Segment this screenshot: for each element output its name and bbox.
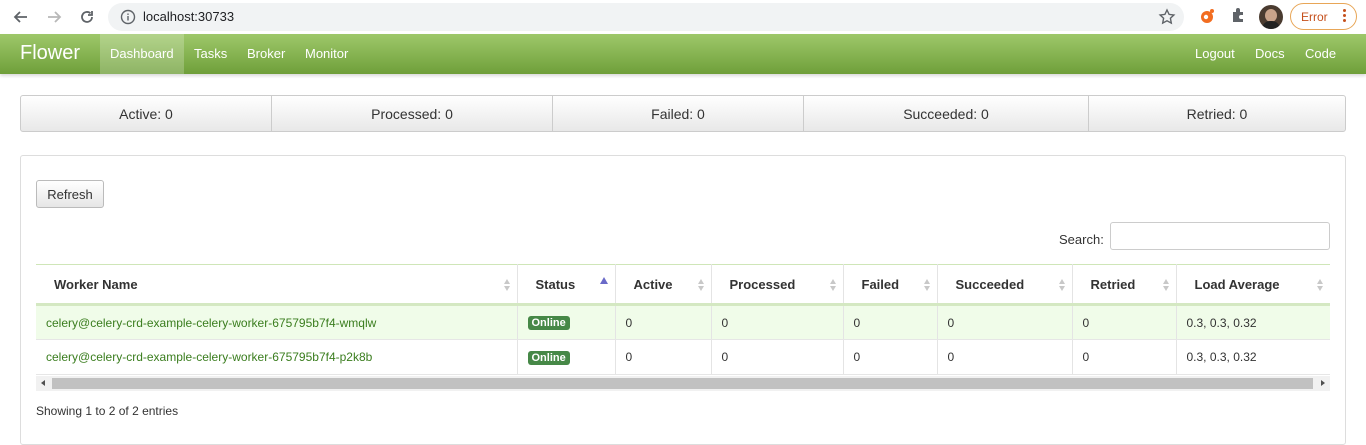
processed-cell: 0 [711,339,844,375]
stat-failed[interactable]: Failed: 0 [553,96,804,131]
more-vert-icon [1343,9,1346,24]
search-label: Search: [1059,232,1104,247]
reload-icon [81,11,93,23]
browser-toolbar: localhost:30733 Error [0,0,1366,35]
succeeded-cell: 0 [937,339,1073,375]
col-processed[interactable]: Processed [711,264,844,306]
stat-succeeded[interactable]: Succeeded: 0 [804,96,1089,131]
reload-button[interactable] [76,6,98,28]
col-header-label: Status [535,276,576,292]
worker-name-link[interactable]: celery@celery-crd-example-celery-worker-… [36,304,518,340]
failed-cell: 0 [843,304,938,340]
extension-flame-icon[interactable] [1198,6,1218,26]
refresh-button[interactable]: Refresh [36,180,104,208]
col-header-label: Retried [1090,276,1136,292]
col-header-label: Succeeded [955,276,1025,292]
active-cell: 0 [615,339,712,375]
status-cell: Online [517,304,616,340]
back-button[interactable] [10,6,32,28]
sort-icon [1316,279,1324,291]
nav-code[interactable]: Code [1295,34,1346,74]
status-cell: Online [517,339,616,375]
stats-bar: Active: 0 Processed: 0 Failed: 0 Succeed… [20,95,1346,132]
url-text: localhost:30733 [143,9,235,24]
col-retried[interactable]: Retried [1072,264,1177,306]
sort-icon [923,279,931,291]
workers-table: Worker Name Status Active Processed Fail… [36,264,1330,375]
load-average-cell: 0.3, 0.3, 0.32 [1176,339,1330,375]
col-header-label: Active [633,276,673,292]
nav-dashboard[interactable]: Dashboard [100,34,184,74]
sort-icon [1162,279,1170,291]
sort-icon [503,279,511,291]
brand-logo[interactable]: Flower [20,42,80,65]
table-header-row: Worker Name Status Active Processed Fail… [36,264,1330,306]
nav-broker[interactable]: Broker [237,34,295,74]
table-info-text: Showing 1 to 2 of 2 entries [36,404,179,418]
active-cell: 0 [615,304,712,340]
processed-cell: 0 [711,304,844,340]
col-active[interactable]: Active [615,264,712,306]
workers-table-container: Worker Name Status Active Processed Fail… [36,264,1330,376]
nav-docs[interactable]: Docs [1245,34,1295,74]
table-row: celery@celery-crd-example-celery-worker-… [36,304,1330,340]
nav-logout[interactable]: Logout [1185,34,1245,74]
stat-processed[interactable]: Processed: 0 [272,96,553,131]
flower-navbar: Flower Dashboard Tasks Broker Monitor Lo… [0,34,1366,74]
back-arrow-icon [13,11,27,23]
stat-active[interactable]: Active: 0 [21,96,272,131]
scroll-right-icon[interactable] [1321,380,1325,386]
search-input[interactable] [1110,222,1330,250]
sort-icon [1058,279,1066,291]
table-row: celery@celery-crd-example-celery-worker-… [36,339,1330,375]
retried-cell: 0 [1072,339,1177,375]
col-header-label: Processed [729,276,796,292]
sort-icon [829,279,837,291]
failed-cell: 0 [843,339,938,375]
error-menu-button[interactable]: Error [1290,3,1357,30]
succeeded-cell: 0 [937,304,1073,340]
nav-tasks[interactable]: Tasks [184,34,237,74]
col-status[interactable]: Status [517,264,616,306]
scroll-left-icon[interactable] [41,380,45,386]
forward-arrow-icon [48,11,62,23]
worker-name-link[interactable]: celery@celery-crd-example-celery-worker-… [36,339,518,375]
sort-icon [697,279,705,291]
address-bar[interactable]: localhost:30733 [108,3,1184,31]
stat-retried[interactable]: Retried: 0 [1089,96,1345,131]
bookmark-star-icon[interactable] [1158,8,1176,26]
info-icon[interactable] [120,9,136,25]
col-header-label: Worker Name [54,276,138,292]
retried-cell: 0 [1072,304,1177,340]
status-badge: Online [527,316,570,330]
col-header-label: Failed [861,276,900,292]
status-badge: Online [527,350,570,365]
extensions-puzzle-icon[interactable] [1230,6,1248,24]
profile-avatar[interactable] [1259,5,1283,29]
col-header-label: Load Average [1194,276,1280,292]
sort-ascending-icon [599,277,608,284]
load-average-cell: 0.3, 0.3, 0.32 [1176,304,1330,340]
horizontal-scrollbar[interactable] [36,376,1330,391]
nav-monitor[interactable]: Monitor [295,34,358,74]
error-label: Error [1301,10,1328,24]
col-load-average[interactable]: Load Average [1176,264,1330,306]
col-worker-name[interactable]: Worker Name [36,264,518,306]
col-failed[interactable]: Failed [843,264,938,306]
col-succeeded[interactable]: Succeeded [937,264,1073,306]
forward-button[interactable] [43,6,65,28]
scrollbar-thumb[interactable] [52,378,1313,389]
